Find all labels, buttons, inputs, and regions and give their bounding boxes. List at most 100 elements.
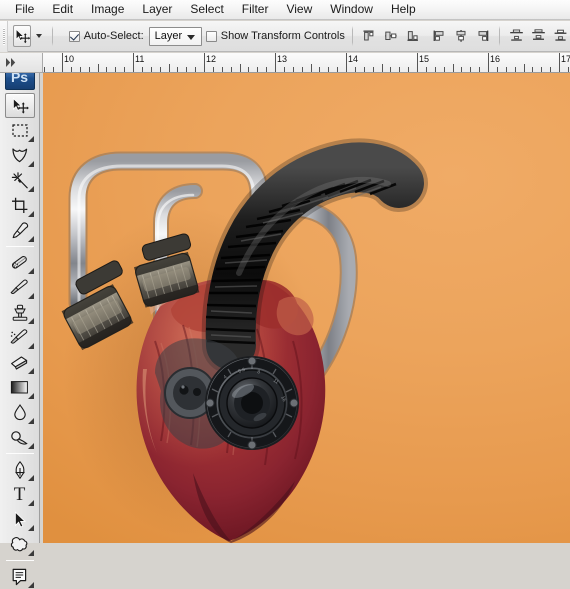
menu-item-file[interactable]: File	[6, 0, 43, 19]
ruler-corner[interactable]	[0, 53, 43, 73]
ruler-minor-tick	[106, 67, 108, 72]
ruler-label: 11	[135, 54, 145, 64]
tool-history-brush[interactable]	[5, 325, 35, 350]
tool-brush[interactable]	[5, 275, 35, 300]
flyout-triangle-icon[interactable]	[27, 186, 34, 192]
distribute-top-edges-button[interactable]	[507, 27, 526, 46]
menu-item-select[interactable]: Select	[181, 0, 232, 19]
tool-healing-brush[interactable]	[5, 250, 35, 275]
flyout-triangle-icon[interactable]	[27, 525, 34, 531]
tool-custom-shape[interactable]	[5, 532, 35, 557]
ruler-minor-tick	[115, 67, 117, 72]
menu-item-help[interactable]: Help	[382, 0, 425, 19]
type-icon: T	[13, 484, 26, 505]
menu-item-layer[interactable]: Layer	[133, 0, 181, 19]
align-vertical-centers-button[interactable]	[382, 27, 401, 46]
tool-crop[interactable]	[5, 193, 35, 218]
flyout-triangle-icon[interactable]	[27, 136, 34, 142]
flyout-triangle-icon[interactable]	[27, 475, 34, 481]
flyout-triangle-icon[interactable]	[27, 211, 34, 217]
ruler-minor-tick	[44, 67, 46, 72]
show-transform-controls-control[interactable]: Show Transform Controls	[205, 30, 345, 42]
flyout-triangle-icon[interactable]	[27, 368, 34, 374]
tool-dodge[interactable]	[5, 425, 35, 450]
flyout-triangle-icon[interactable]	[27, 268, 34, 274]
ruler-minor-tick	[390, 67, 392, 72]
menu-item-filter[interactable]: Filter	[233, 0, 278, 19]
tool-path-selection[interactable]	[5, 507, 35, 532]
auto-select-control[interactable]: Auto-Select:	[68, 30, 144, 42]
lasso-icon	[11, 148, 27, 163]
menu-item-edit[interactable]: Edit	[43, 0, 82, 19]
flyout-triangle-icon[interactable]	[27, 343, 34, 349]
menu-item-image[interactable]: Image	[82, 0, 133, 19]
ruler-minor-tick	[425, 67, 427, 72]
flyout-triangle-icon[interactable]	[27, 318, 34, 324]
menu-item-view[interactable]: View	[277, 0, 321, 19]
ruler-minor-tick	[505, 67, 507, 72]
flyout-triangle-icon[interactable]	[27, 418, 34, 424]
align-right-edges-button[interactable]	[473, 27, 492, 46]
align-edges-group	[360, 27, 423, 46]
tool-preset-chevron-down-icon[interactable]	[35, 34, 42, 38]
ruler-minor-tick	[186, 67, 188, 72]
align-left-edges-button[interactable]	[429, 27, 448, 46]
ruler-label: 14	[348, 54, 359, 64]
ruler-minor-tick	[541, 67, 543, 72]
blur-icon	[13, 404, 26, 421]
ruler-minor-tick	[408, 67, 410, 72]
auto-select-checkbox[interactable]	[68, 30, 80, 42]
artwork-mechanical-heart: 4 5.6 8 11 16	[61, 138, 428, 543]
flyout-triangle-icon[interactable]	[27, 500, 34, 506]
tool-rectangular-marquee[interactable]	[5, 118, 35, 143]
show-transform-controls-checkbox[interactable]	[205, 30, 217, 42]
ruler-minor-tick	[239, 64, 241, 72]
ruler-minor-tick	[381, 64, 383, 72]
tool-notes[interactable]	[5, 564, 35, 589]
tool-blur[interactable]	[5, 400, 35, 425]
tool-clone-stamp[interactable]	[5, 300, 35, 325]
tool-preset-picker-button[interactable]	[12, 25, 31, 47]
ruler-label: 13	[277, 54, 288, 64]
flyout-triangle-icon[interactable]	[27, 161, 34, 167]
ruler-minor-tick	[354, 67, 356, 72]
toolbar-divider-3	[5, 560, 34, 561]
tool-eraser[interactable]	[5, 350, 35, 375]
align-horizontal-centers-button[interactable]	[451, 27, 470, 46]
flyout-triangle-icon[interactable]	[27, 236, 34, 242]
ruler-minor-tick	[79, 67, 81, 72]
flyout-triangle-icon[interactable]	[27, 550, 34, 556]
tool-magic-wand[interactable]	[5, 168, 35, 193]
align-bottom-edges-button[interactable]	[404, 27, 423, 46]
path-selection-arrow-icon	[14, 510, 26, 528]
horizontal-ruler[interactable]: 10 11 12 13 14 15 16 17	[43, 53, 570, 73]
distribute-top-edges-icon	[510, 29, 523, 41]
ruler-minor-tick	[177, 67, 179, 72]
tool-eyedropper[interactable]	[5, 218, 35, 243]
tool-pen[interactable]	[5, 457, 35, 482]
tool-lasso[interactable]	[5, 143, 35, 168]
auto-select-scope-dropdown[interactable]: Layer	[148, 26, 202, 46]
ruler-minor-tick	[53, 67, 55, 72]
flyout-triangle-icon[interactable]	[27, 582, 34, 588]
tool-gradient[interactable]	[5, 375, 35, 400]
ruler-minor-tick	[514, 67, 516, 72]
document-canvas[interactable]: 4 5.6 8 11 16	[43, 73, 570, 543]
flyout-triangle-icon[interactable]	[27, 293, 34, 299]
menu-item-window[interactable]: Window	[321, 0, 382, 19]
eyedropper-icon	[12, 222, 28, 239]
tool-type[interactable]: T	[5, 482, 35, 507]
flyout-triangle-icon[interactable]	[27, 443, 34, 449]
tool-move[interactable]	[4, 93, 35, 118]
move-tool-icon	[15, 28, 30, 44]
distribute-vertical-centers-button[interactable]	[529, 27, 548, 46]
options-bar-drag-handle[interactable]	[0, 20, 8, 52]
ruler-minor-tick	[159, 67, 161, 72]
distribute-bottom-edges-icon	[554, 29, 567, 41]
ruler-minor-tick	[168, 64, 170, 72]
chevron-down-icon[interactable]	[186, 34, 195, 40]
align-top-edges-button[interactable]	[360, 27, 379, 46]
distribute-bottom-edges-button[interactable]	[551, 27, 570, 46]
flyout-triangle-icon[interactable]	[27, 393, 34, 399]
ruler-minor-tick	[399, 67, 401, 72]
